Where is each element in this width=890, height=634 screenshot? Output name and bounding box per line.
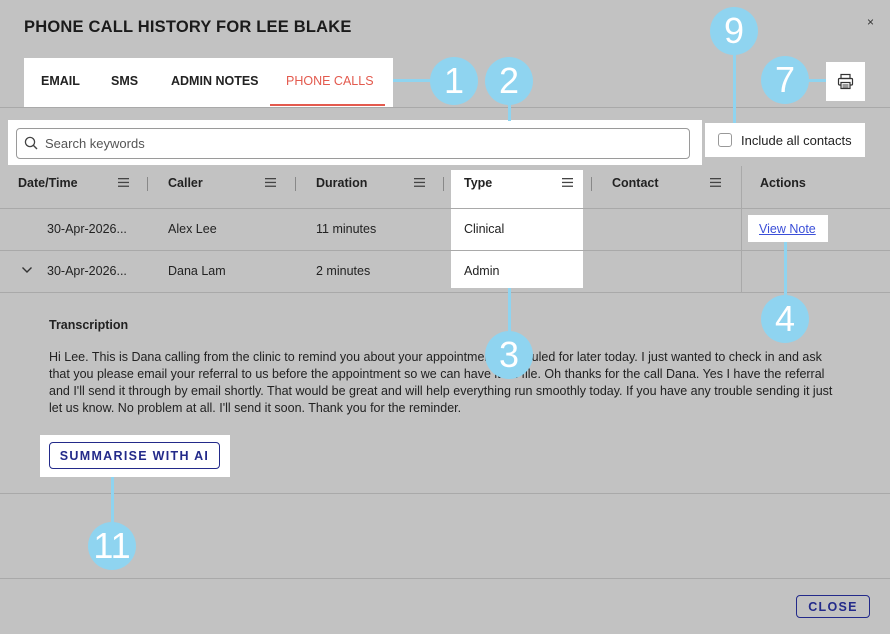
callout-badge: 3: [485, 331, 533, 379]
column-separator: [443, 177, 444, 191]
row-divider: [0, 250, 890, 251]
col-header-duration[interactable]: Duration: [316, 176, 367, 190]
callout-line: [508, 104, 511, 121]
column-menu-icon[interactable]: [414, 178, 425, 187]
search-input[interactable]: [16, 128, 690, 159]
cell-datetime: 30-Apr-2026...: [47, 222, 127, 236]
callout-badge: 7: [761, 56, 809, 104]
callout-line: [806, 79, 826, 82]
row-divider: [0, 292, 890, 293]
callout-badge: 2: [485, 57, 533, 105]
col-header-actions: Actions: [760, 176, 806, 190]
close-button[interactable]: CLOSE: [796, 595, 870, 618]
callout-badge: 11: [88, 522, 136, 570]
search-area: [8, 120, 702, 165]
header-divider: [0, 208, 890, 209]
callout-badge: 4: [761, 295, 809, 343]
transcription-text: Hi Lee. This is Dana calling from the cl…: [49, 350, 833, 415]
tab-phone-calls[interactable]: PHONE CALLS: [286, 74, 374, 88]
transcription-title: Transcription: [49, 318, 129, 332]
callout-line: [111, 477, 114, 524]
include-all-contacts: Include all contacts: [705, 123, 865, 157]
view-note-link[interactable]: View Note: [759, 222, 816, 236]
col-header-type[interactable]: Type: [464, 176, 492, 190]
callout-badge: 9: [710, 7, 758, 55]
cell-caller: Dana Lam: [168, 264, 226, 278]
chevron-down-icon[interactable]: [21, 265, 33, 275]
column-separator: [147, 177, 148, 191]
view-note-highlight: View Note: [748, 215, 828, 242]
tab-admin-notes[interactable]: ADMIN NOTES: [171, 74, 259, 88]
section-divider: [0, 493, 890, 494]
column-separator: [591, 177, 592, 191]
include-all-contacts-checkbox[interactable]: [718, 133, 732, 147]
cell-caller: Alex Lee: [168, 222, 217, 236]
phone-call-history-dialog: PHONE CALL HISTORY FOR LEE BLAKE × EMAIL…: [0, 0, 890, 634]
column-menu-icon[interactable]: [265, 178, 276, 187]
cell-duration: 2 minutes: [316, 264, 371, 278]
print-button[interactable]: [826, 62, 865, 101]
tabs-divider: [0, 107, 890, 108]
active-tab-indicator: [270, 104, 385, 106]
footer-divider: [0, 578, 890, 579]
actions-column-separator: [741, 166, 742, 292]
callout-line: [784, 242, 787, 297]
search-icon: [24, 136, 38, 150]
cell-type: Admin: [464, 264, 500, 278]
printer-icon: [837, 73, 854, 90]
dialog-title: PHONE CALL HISTORY FOR LEE BLAKE: [24, 18, 352, 36]
cell-datetime: 30-Apr-2026...: [47, 264, 127, 278]
column-menu-icon[interactable]: [118, 178, 129, 187]
col-header-datetime[interactable]: Date/Time: [18, 176, 78, 190]
close-icon[interactable]: ×: [867, 15, 874, 29]
summarise-highlight: SUMMARISE WITH AI: [40, 435, 230, 477]
callout-line: [508, 288, 511, 333]
cell-type: Clinical: [464, 222, 505, 236]
tab-sms[interactable]: SMS: [111, 74, 138, 88]
summarise-with-ai-button[interactable]: SUMMARISE WITH AI: [49, 442, 220, 469]
cell-duration: 11 minutes: [316, 222, 377, 236]
col-header-caller[interactable]: Caller: [168, 176, 203, 190]
column-menu-icon[interactable]: [710, 178, 721, 187]
tab-bar: EMAIL SMS ADMIN NOTES PHONE CALLS: [24, 58, 393, 108]
col-header-contact[interactable]: Contact: [612, 176, 659, 190]
tab-email[interactable]: EMAIL: [41, 74, 80, 88]
callout-line: [393, 79, 435, 82]
column-separator: [295, 177, 296, 191]
column-menu-icon[interactable]: [562, 178, 573, 187]
callout-line: [733, 54, 736, 123]
include-all-contacts-label: Include all contacts: [741, 133, 852, 148]
callout-badge: 1: [430, 57, 478, 105]
